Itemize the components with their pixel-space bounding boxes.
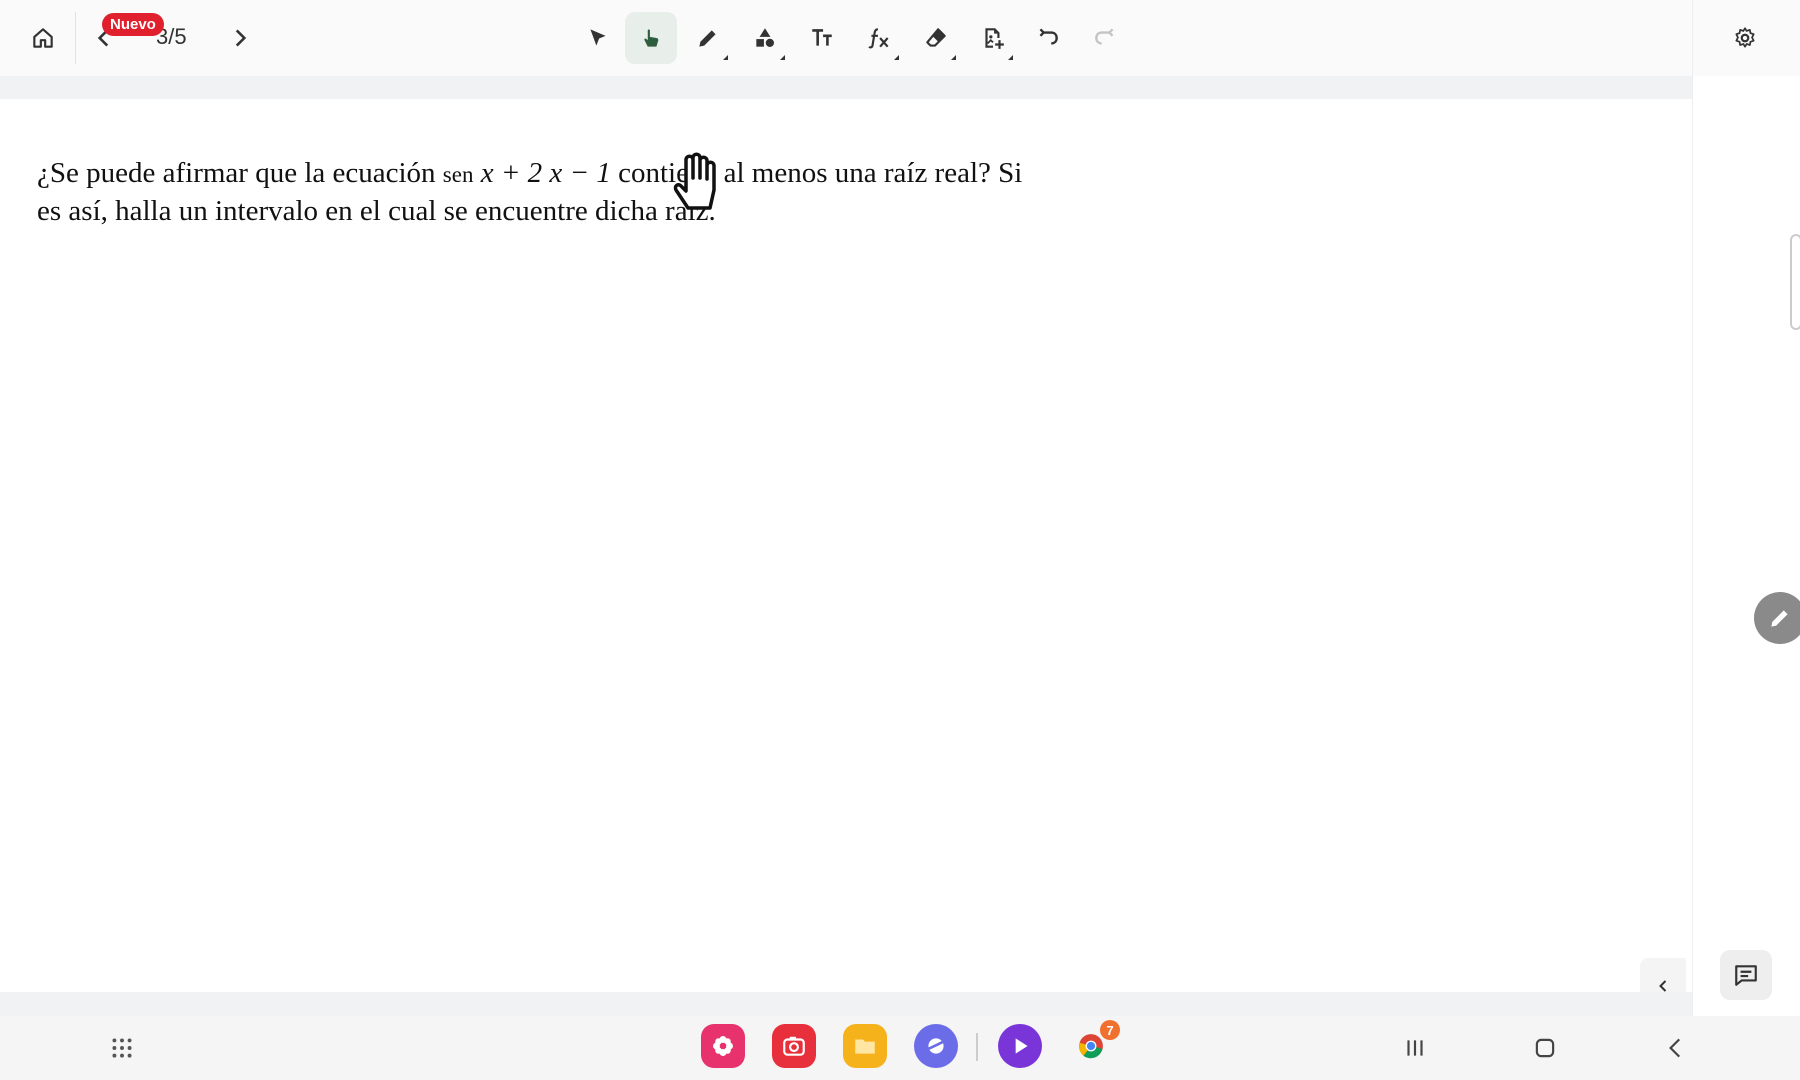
whiteboard-canvas[interactable]: ¿Se puede afirmar que la ecuación sen x … (0, 99, 1692, 992)
top-right-area (1692, 0, 1800, 76)
right-side-panel (1692, 76, 1800, 1016)
eraser-icon (926, 28, 946, 47)
back-chevron-icon (1669, 1038, 1681, 1058)
side-scroll-handle[interactable] (1790, 234, 1800, 330)
chrome-icon (1079, 1034, 1103, 1059)
pen-tool-button[interactable] (682, 12, 734, 64)
redo-icon (1095, 28, 1114, 45)
gear-icon (1735, 27, 1755, 48)
insert-image-tool-button[interactable] (967, 12, 1019, 64)
question-line-2: es así, halla un intervalo en el cual se… (37, 195, 716, 227)
eraser-tool-button[interactable] (910, 12, 962, 64)
formula-tool-button[interactable] (853, 12, 905, 64)
toolbar-separator (0, 76, 1692, 99)
more-options-indicator (723, 55, 728, 60)
new-badge: Nuevo (102, 13, 164, 36)
files-app[interactable] (843, 1024, 887, 1068)
undo-button[interactable] (1022, 12, 1074, 64)
folder-icon (855, 1039, 875, 1054)
select-tool-button[interactable] (572, 12, 624, 64)
recents-icon (1407, 1040, 1423, 1056)
app-drawer-button[interactable] (100, 1030, 144, 1066)
internet-app[interactable] (914, 1024, 958, 1068)
flower-app[interactable] (701, 1024, 745, 1068)
camera-icon (783, 1036, 805, 1056)
add-image-icon (985, 28, 1004, 49)
undo-icon (1039, 28, 1058, 45)
chat-icon (1735, 965, 1757, 986)
hand-cursor-icon (673, 152, 716, 210)
chevron-right-icon (235, 29, 247, 47)
top-toolbar: 3/5 Nuevo (0, 0, 1692, 76)
hand-tool-button[interactable] (625, 12, 677, 64)
chrome-notification-badge: 7 (1100, 1020, 1120, 1040)
recent-apps-button[interactable] (1393, 1030, 1437, 1066)
text-tool-button[interactable] (796, 12, 848, 64)
settings-button[interactable] (1719, 12, 1771, 64)
arrow-pointer-icon (590, 29, 606, 46)
redo-button[interactable] (1079, 12, 1131, 64)
more-options-indicator (951, 55, 956, 60)
home-nav-button[interactable] (1523, 1030, 1567, 1066)
app-window: 3/5 Nuevo ¿Se puede afirmar que la ecuac… (0, 0, 1800, 1080)
shapes-icon (756, 28, 774, 47)
video-player-app[interactable] (998, 1024, 1042, 1068)
math-function: sen (442, 162, 474, 187)
shapes-tool-button[interactable] (739, 12, 791, 64)
flower-icon (713, 1036, 733, 1056)
next-page-button[interactable] (220, 12, 260, 64)
grid-dots-icon (112, 1038, 132, 1058)
hand-icon (644, 29, 659, 47)
comments-button[interactable] (1720, 950, 1772, 1000)
more-options-indicator (780, 55, 785, 60)
pencil-icon (1771, 610, 1788, 627)
dock-divider (976, 1033, 978, 1061)
more-options-indicator (894, 55, 899, 60)
question-text-part1: ¿Se puede afirmar que la ecuación (37, 157, 443, 189)
play-icon (1015, 1038, 1028, 1054)
bottom-separator (0, 992, 1692, 1016)
back-nav-button[interactable] (1654, 1030, 1698, 1066)
more-options-indicator (1008, 55, 1013, 60)
question-line-1: ¿Se puede afirmar que la ecuación sen x … (37, 155, 1137, 193)
home-button[interactable] (17, 12, 69, 64)
pen-icon (699, 30, 716, 47)
toolbar-divider (75, 12, 76, 64)
text-size-icon (812, 29, 832, 46)
camera-app[interactable] (772, 1024, 816, 1068)
function-icon (868, 28, 889, 49)
floating-pen-button[interactable] (1754, 592, 1800, 644)
math-expression: x + 2 x − 1 (473, 157, 611, 189)
home-icon (33, 28, 53, 48)
planet-icon (924, 1038, 948, 1054)
square-home-icon (1535, 1038, 1555, 1058)
question-text: ¿Se puede afirmar que la ecuación sen x … (37, 155, 1137, 229)
